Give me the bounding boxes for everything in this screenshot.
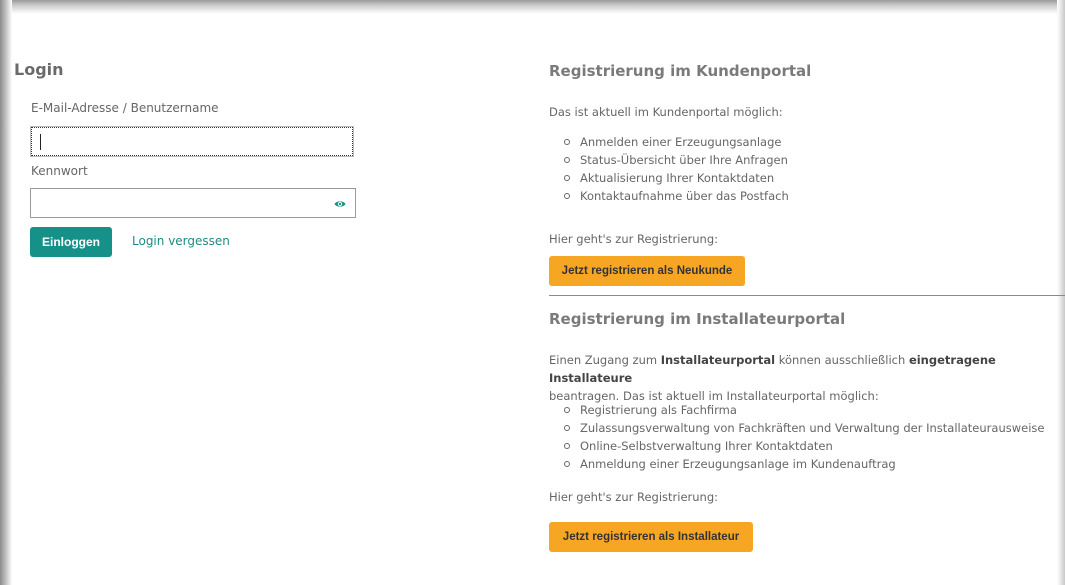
- forgot-login-link[interactable]: Login vergessen: [132, 234, 230, 248]
- bullet-icon: [564, 193, 570, 199]
- username-label: E-Mail-Adresse / Benutzername: [31, 101, 219, 115]
- bullet-icon: [564, 407, 570, 413]
- username-input[interactable]: [30, 126, 354, 157]
- installateurportal-title: Registrierung im Installateurportal: [549, 310, 846, 328]
- list-item: Status-Übersicht über Ihre Anfragen: [549, 151, 789, 169]
- list-item-text: Zulassungsverwaltung von Fachkräften und…: [580, 421, 1045, 435]
- list-item-text: Online-Selbstverwaltung Ihrer Kontaktdat…: [580, 439, 833, 453]
- intro-text: können ausschließlich: [775, 353, 909, 367]
- list-item: Anmelden einer Erzeugungsanlage: [549, 133, 789, 151]
- login-title: Login: [14, 60, 64, 79]
- list-item-text: Anmeldung einer Erzeugungsanlage im Kund…: [580, 457, 896, 471]
- password-label: Kennwort: [31, 164, 88, 178]
- login-button[interactable]: Einloggen: [30, 227, 112, 257]
- bullet-icon: [564, 425, 570, 431]
- bullet-icon: [564, 443, 570, 449]
- list-item: Aktualisierung Ihrer Kontaktdaten: [549, 169, 789, 187]
- list-item: Anmeldung einer Erzeugungsanlage im Kund…: [549, 455, 1044, 473]
- intro-text: Einen Zugang zum: [549, 353, 661, 367]
- installateurportal-cta-text: Hier geht's zur Registrierung:: [549, 490, 719, 504]
- bullet-icon: [564, 157, 570, 163]
- register-customer-button[interactable]: Jetzt registrieren als Neukunde: [549, 256, 745, 286]
- bullet-icon: [564, 175, 570, 181]
- window-shadow-right: [1057, 0, 1065, 585]
- list-item-text: Anmelden einer Erzeugungsanlage: [580, 135, 782, 149]
- list-item-text: Aktualisierung Ihrer Kontaktdaten: [580, 171, 775, 185]
- register-installer-button[interactable]: Jetzt registrieren als Installateur: [549, 522, 753, 552]
- eye-icon[interactable]: [334, 198, 346, 210]
- kundenportal-cta-text: Hier geht's zur Registrierung:: [549, 232, 719, 246]
- list-item: Online-Selbstverwaltung Ihrer Kontaktdat…: [549, 437, 1044, 455]
- list-item: Kontaktaufnahme über das Postfach: [549, 187, 789, 205]
- text-caret: [40, 134, 41, 150]
- password-input[interactable]: [30, 188, 356, 218]
- kundenportal-intro: Das ist aktuell im Kundenportal möglich:: [549, 105, 783, 119]
- list-item-text: Status-Übersicht über Ihre Anfragen: [580, 153, 788, 167]
- list-item: Zulassungsverwaltung von Fachkräften und…: [549, 419, 1044, 437]
- window-shadow-left: [0, 0, 12, 585]
- kundenportal-feature-list: Anmelden einer Erzeugungsanlage Status-Ü…: [549, 133, 789, 205]
- intro-bold-portal: Installateurportal: [660, 353, 776, 367]
- list-item-text: Kontaktaufnahme über das Postfach: [580, 189, 789, 203]
- bullet-icon: [564, 139, 570, 145]
- kundenportal-title: Registrierung im Kundenportal: [549, 62, 812, 80]
- section-divider: [549, 295, 1065, 296]
- bullet-icon: [564, 461, 570, 467]
- list-item-text: Registrierung als Fachfirma: [580, 403, 737, 417]
- installateurportal-intro: Einen Zugang zum Installateurportal könn…: [549, 351, 1029, 405]
- installateurportal-feature-list: Registrierung als Fachfirma Zulassungsve…: [549, 401, 1044, 473]
- list-item: Registrierung als Fachfirma: [549, 401, 1044, 419]
- window-shadow-top: [0, 0, 1065, 14]
